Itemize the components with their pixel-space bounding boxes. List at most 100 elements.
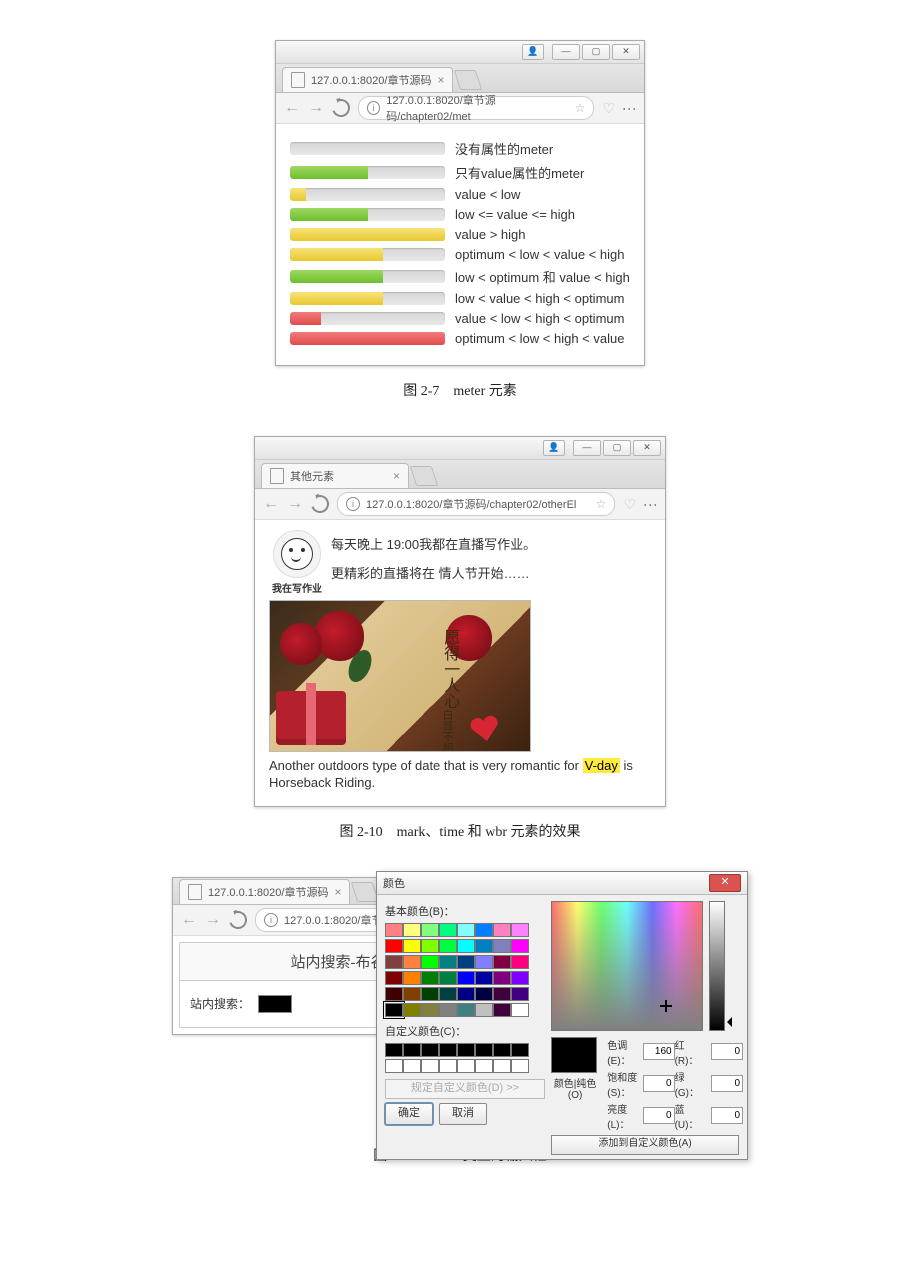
tab-close-icon[interactable]: ×	[437, 74, 444, 86]
color-swatch[interactable]	[385, 971, 403, 985]
color-spectrum[interactable]	[551, 901, 703, 1031]
color-swatch[interactable]	[511, 1003, 529, 1017]
luminance-slider[interactable]	[709, 901, 725, 1031]
color-swatch[interactable]	[493, 923, 511, 937]
site-info-icon[interactable]: i	[367, 101, 380, 115]
menu-icon[interactable]: ⋮	[621, 102, 638, 115]
reload-button[interactable]	[226, 908, 250, 932]
color-swatch[interactable]	[493, 1003, 511, 1017]
color-swatch[interactable]	[511, 939, 529, 953]
maximize-button[interactable]: ▢	[603, 440, 631, 456]
reload-button[interactable]	[308, 492, 332, 516]
address-bar[interactable]: i 127.0.0.1:8020/章节源码/chapter02/met ☆	[358, 96, 594, 120]
basic-colors-grid[interactable]	[385, 923, 543, 1017]
color-swatch[interactable]	[385, 939, 403, 953]
browser-tab[interactable]: 127.0.0.1:8020/章节源码 ×	[282, 67, 453, 92]
custom-colors-grid[interactable]	[385, 1043, 543, 1073]
red-input[interactable]	[711, 1043, 743, 1060]
menu-icon[interactable]: ⋮	[642, 498, 659, 511]
color-swatch[interactable]	[421, 1003, 439, 1017]
add-to-custom-button[interactable]: 添加到自定义颜色(A)	[551, 1135, 739, 1155]
color-swatch[interactable]	[493, 971, 511, 985]
back-button[interactable]: ←	[263, 495, 279, 513]
figure-caption: 图 2-10 mark、time 和 wbr 元素的效果	[339, 821, 580, 841]
color-swatch[interactable]	[385, 1003, 403, 1017]
close-button[interactable]: ✕	[633, 440, 661, 456]
color-swatch[interactable]	[475, 923, 493, 937]
color-swatch[interactable]	[403, 1003, 421, 1017]
new-tab-button[interactable]	[454, 70, 482, 90]
forward-button[interactable]: →	[205, 911, 221, 929]
maximize-button[interactable]: ▢	[582, 44, 610, 60]
color-swatch[interactable]	[475, 939, 493, 953]
color-swatch[interactable]	[475, 1003, 493, 1017]
cancel-button[interactable]: 取消	[439, 1103, 487, 1125]
color-swatch[interactable]	[421, 987, 439, 1001]
color-swatch[interactable]	[457, 1003, 475, 1017]
color-swatch[interactable]	[511, 971, 529, 985]
color-swatch[interactable]	[457, 971, 475, 985]
color-swatch[interactable]	[475, 955, 493, 969]
user-icon[interactable]: 👤	[543, 440, 565, 456]
color-swatch[interactable]	[511, 923, 529, 937]
color-swatch[interactable]	[385, 955, 403, 969]
color-swatch[interactable]	[475, 971, 493, 985]
color-swatch[interactable]	[421, 923, 439, 937]
new-tab-button[interactable]	[410, 466, 438, 486]
site-info-icon[interactable]: i	[346, 497, 360, 511]
blue-input[interactable]	[711, 1107, 743, 1124]
site-info-icon[interactable]: i	[264, 913, 278, 927]
browser-tab[interactable]: 127.0.0.1:8020/章节源码 ×	[179, 879, 350, 904]
color-swatch[interactable]	[403, 955, 421, 969]
color-swatch[interactable]	[457, 923, 475, 937]
color-swatch[interactable]	[493, 939, 511, 953]
color-swatch[interactable]	[493, 987, 511, 1001]
sat-input[interactable]	[643, 1075, 675, 1092]
close-button[interactable]: ✕	[612, 44, 640, 60]
color-swatch[interactable]	[439, 971, 457, 985]
color-swatch[interactable]	[403, 939, 421, 953]
bookmark-icon[interactable]: ☆	[596, 497, 607, 511]
user-icon[interactable]: 👤	[522, 44, 544, 60]
color-swatch[interactable]	[403, 987, 421, 1001]
color-input[interactable]	[258, 995, 292, 1013]
lum-input[interactable]	[643, 1107, 675, 1124]
dialog-close-button[interactable]: ✕	[709, 874, 741, 892]
color-swatch[interactable]	[439, 923, 457, 937]
ok-button[interactable]: 确定	[385, 1103, 433, 1125]
color-swatch[interactable]	[475, 987, 493, 1001]
color-swatch[interactable]	[421, 939, 439, 953]
back-button[interactable]: ←	[181, 911, 197, 929]
color-swatch[interactable]	[385, 923, 403, 937]
shield-icon[interactable]: ♡	[623, 496, 636, 513]
color-swatch[interactable]	[439, 939, 457, 953]
color-swatch[interactable]	[421, 955, 439, 969]
color-swatch[interactable]	[457, 987, 475, 1001]
green-input[interactable]	[711, 1075, 743, 1092]
minimize-button[interactable]: —	[552, 44, 580, 60]
color-swatch[interactable]	[439, 1003, 457, 1017]
back-button[interactable]: ←	[284, 99, 300, 117]
bookmark-icon[interactable]: ☆	[575, 101, 586, 115]
minimize-button[interactable]: —	[573, 440, 601, 456]
color-swatch[interactable]	[421, 971, 439, 985]
color-swatch[interactable]	[439, 987, 457, 1001]
color-swatch[interactable]	[511, 987, 529, 1001]
address-bar[interactable]: i 127.0.0.1:8020/章节源码/chapter02/otherEl …	[337, 492, 615, 516]
color-swatch[interactable]	[385, 987, 403, 1001]
forward-button[interactable]: →	[287, 495, 303, 513]
color-swatch[interactable]	[439, 955, 457, 969]
color-swatch[interactable]	[493, 955, 511, 969]
color-swatch[interactable]	[403, 923, 421, 937]
forward-button[interactable]: →	[308, 99, 324, 117]
hue-input[interactable]	[643, 1043, 675, 1060]
color-swatch[interactable]	[457, 955, 475, 969]
tab-close-icon[interactable]: ×	[393, 470, 400, 482]
shield-icon[interactable]: ♡	[602, 100, 615, 117]
tab-close-icon[interactable]: ×	[334, 886, 341, 898]
color-swatch[interactable]	[511, 955, 529, 969]
color-swatch[interactable]	[403, 971, 421, 985]
reload-button[interactable]	[329, 96, 353, 120]
browser-tab[interactable]: 其他元素 ×	[261, 463, 409, 488]
color-swatch[interactable]	[457, 939, 475, 953]
